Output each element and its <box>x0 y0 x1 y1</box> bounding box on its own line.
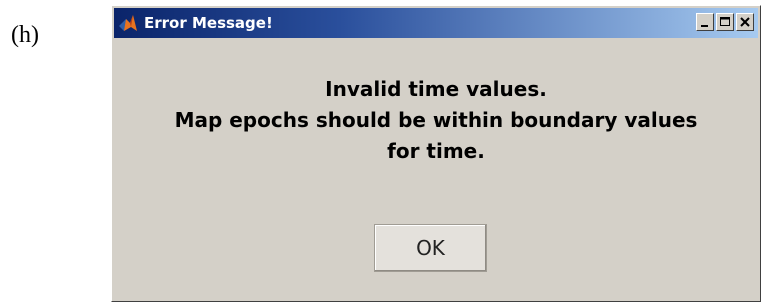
window-title: Error Message! <box>144 14 273 32</box>
figure-label: (h) <box>11 22 39 48</box>
error-dialog: Error Message! Invalid time values. Map … <box>111 5 761 302</box>
message-line-1: Invalid time values. <box>325 77 547 101</box>
error-message: Invalid time values. Map epochs should b… <box>114 74 758 167</box>
ok-button[interactable]: OK <box>374 224 487 272</box>
close-button[interactable] <box>736 13 754 31</box>
minimize-button[interactable] <box>696 13 714 31</box>
matlab-icon <box>118 13 138 33</box>
maximize-button[interactable] <box>716 13 734 31</box>
message-line-2: Map epochs should be within boundary val… <box>174 108 698 132</box>
message-line-3: for time. <box>387 139 485 163</box>
title-bar[interactable]: Error Message! <box>114 8 758 38</box>
